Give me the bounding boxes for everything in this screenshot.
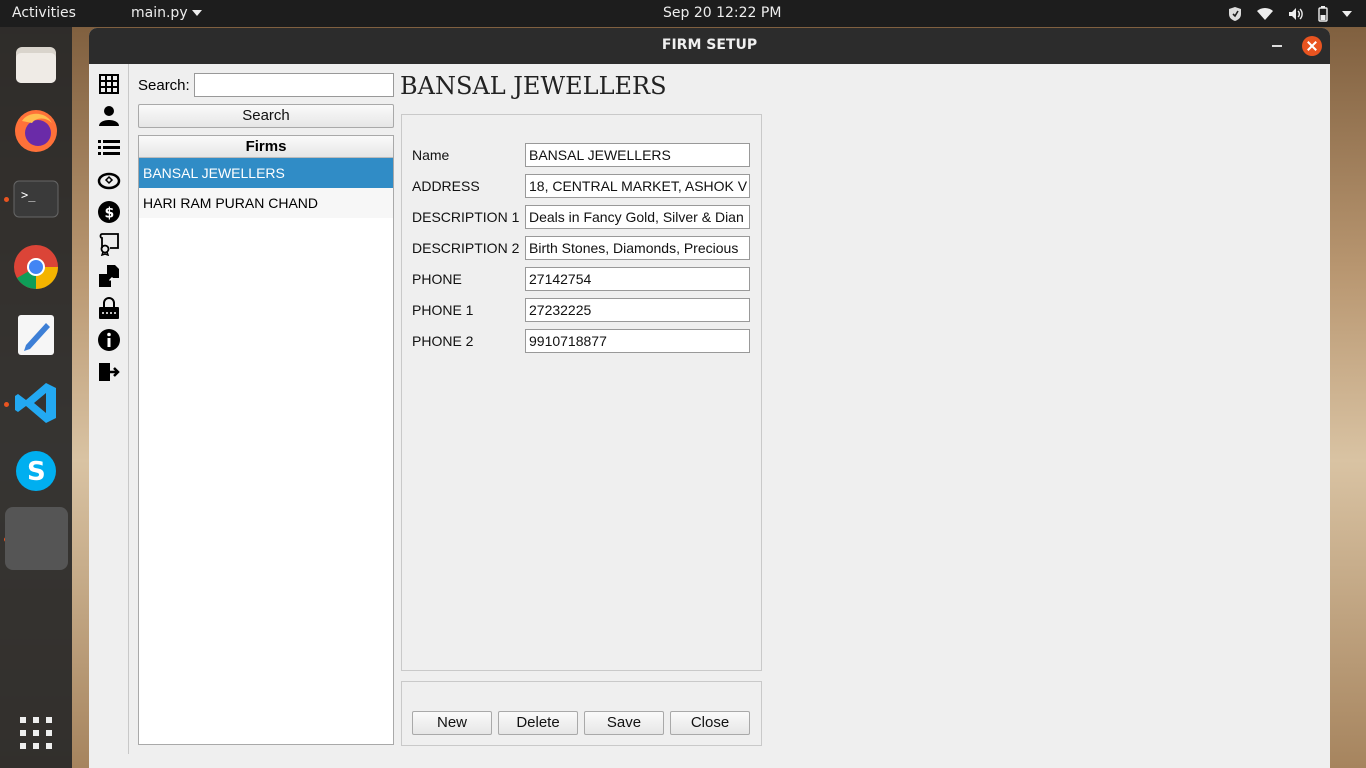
firm-setup-window: FIRM SETUP $ Search: Search Firms BANSAL… <box>89 28 1330 768</box>
chevron-down-icon <box>1342 11 1352 17</box>
shield-icon <box>1229 7 1241 21</box>
documents-icon[interactable] <box>97 264 121 288</box>
system-tray[interactable] <box>1228 5 1352 23</box>
field-label: ADDRESS <box>412 178 480 194</box>
save-button[interactable]: Save <box>584 711 664 735</box>
new-button[interactable]: New <box>412 711 492 735</box>
search-label: Search: <box>138 77 190 94</box>
list-item[interactable]: BANSAL JEWELLERS <box>139 158 393 188</box>
app-menu[interactable]: main.py <box>131 5 202 21</box>
skype-icon[interactable]: S <box>12 447 60 495</box>
svg-text:S: S <box>27 457 46 487</box>
vscode-icon[interactable] <box>12 379 60 427</box>
app-menu-label: main.py <box>131 5 188 21</box>
action-buttons: New Delete Save Close <box>401 681 762 746</box>
field-label: DESCRIPTION 1 <box>412 209 520 225</box>
activities-button[interactable]: Activities <box>12 5 76 21</box>
svg-text:$: $ <box>105 206 115 222</box>
close-window-button[interactable] <box>1302 36 1322 56</box>
firm-form: Name BANSAL JEWELLERS ADDRESS 18, CENTRA… <box>401 114 762 671</box>
phone-1-field[interactable]: 27232225 <box>525 298 750 322</box>
phone-field[interactable]: 27142754 <box>525 267 750 291</box>
python-app-icon[interactable] <box>5 507 68 570</box>
battery-icon <box>1318 6 1328 22</box>
field-label: PHONE 1 <box>412 302 474 318</box>
search-input[interactable] <box>194 73 394 97</box>
dollar-icon[interactable]: $ <box>97 200 121 224</box>
description-2-field[interactable]: Birth Stones, Diamonds, Precious <box>525 236 750 260</box>
field-label: Name <box>412 147 450 163</box>
delete-button[interactable]: Delete <box>498 711 578 735</box>
info-icon[interactable] <box>97 328 121 352</box>
caret-down-icon <box>191 10 202 16</box>
volume-icon <box>1289 8 1303 20</box>
svg-text:>_: >_ <box>21 188 36 202</box>
page-title: BANSAL JEWELLERS <box>400 72 667 100</box>
files-icon[interactable] <box>12 41 60 89</box>
running-indicator <box>4 402 9 407</box>
description-1-field[interactable]: Deals in Fancy Gold, Silver & Dian <box>525 205 750 229</box>
firms-list[interactable]: Firms BANSAL JEWELLERS HARI RAM PURAN CH… <box>138 135 394 745</box>
chrome-icon[interactable] <box>12 243 60 291</box>
firms-header[interactable]: Firms <box>139 136 393 158</box>
ring-icon[interactable] <box>97 168 121 192</box>
title-bar[interactable]: FIRM SETUP <box>89 28 1330 64</box>
exit-icon[interactable] <box>97 360 121 384</box>
show-apps-icon[interactable] <box>12 709 60 757</box>
dock: >_ S <box>0 27 72 768</box>
close-button[interactable]: Close <box>670 711 750 735</box>
terminal-icon[interactable]: >_ <box>12 175 60 223</box>
side-toolbar: $ <box>89 64 129 754</box>
list-item[interactable]: HARI RAM PURAN CHAND <box>139 188 393 218</box>
phone-2-field[interactable]: 9910718877 <box>525 329 750 353</box>
running-indicator <box>4 197 9 202</box>
name-field[interactable]: BANSAL JEWELLERS <box>525 143 750 167</box>
certificate-icon[interactable] <box>97 232 121 256</box>
search-button[interactable]: Search <box>138 104 394 128</box>
top-bar: Activities main.py Sep 20 12:22 PM <box>0 0 1366 27</box>
user-icon[interactable] <box>97 104 121 128</box>
window-title: FIRM SETUP <box>661 37 758 53</box>
firefox-icon[interactable] <box>12 107 60 155</box>
address-field[interactable]: 18, CENTRAL MARKET, ASHOK V <box>525 174 750 198</box>
minimize-button[interactable] <box>1272 45 1282 47</box>
wifi-icon <box>1257 7 1273 20</box>
grid-icon[interactable] <box>97 72 121 96</box>
list-icon[interactable] <box>97 136 121 160</box>
field-label: DESCRIPTION 2 <box>412 240 520 256</box>
lock-icon[interactable] <box>97 296 121 320</box>
field-label: PHONE 2 <box>412 333 474 349</box>
field-label: PHONE <box>412 271 462 287</box>
clock[interactable]: Sep 20 12:22 PM <box>663 5 781 21</box>
text-editor-icon[interactable] <box>12 311 60 359</box>
